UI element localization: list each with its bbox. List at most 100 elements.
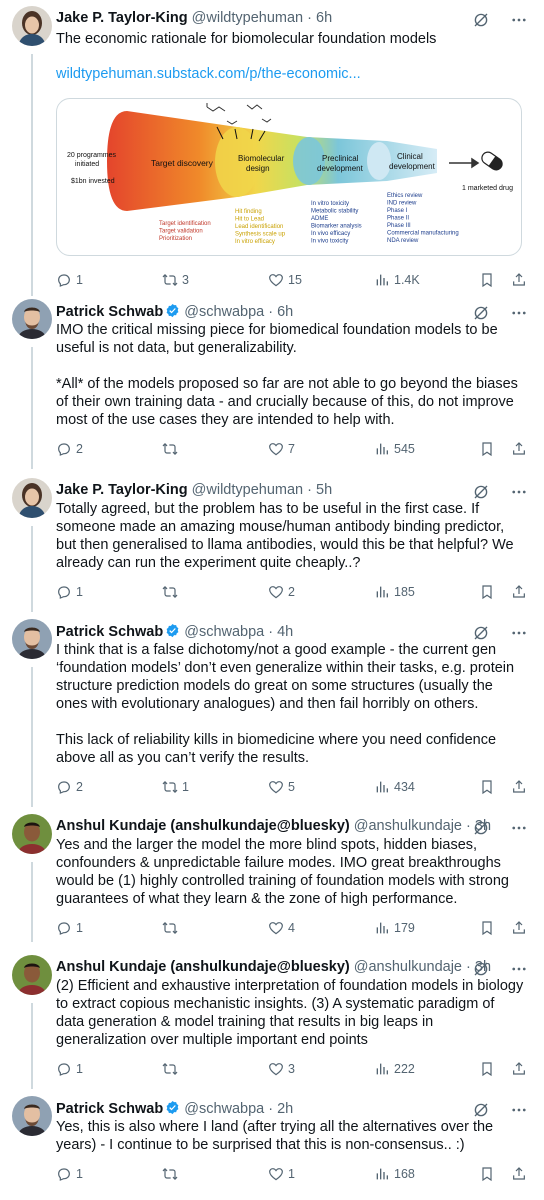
grok-icon[interactable] xyxy=(472,304,490,322)
reply-button[interactable]: 1 xyxy=(56,270,83,290)
author-name[interactable]: Anshul Kundaje (anshulkundaje@bluesky) xyxy=(56,959,350,975)
views-button[interactable]: 545 xyxy=(374,439,415,459)
author-name[interactable]: Jake P. Taylor-King xyxy=(56,482,188,498)
author-handle[interactable]: @wildtypehuman xyxy=(192,482,303,498)
tweet[interactable]: Patrick Schwab @schwabpa · 2h Yes, this … xyxy=(0,1096,544,1188)
views-button[interactable]: 179 xyxy=(374,918,415,938)
bookmark-button[interactable] xyxy=(479,918,495,938)
views-button[interactable]: 222 xyxy=(374,1059,415,1079)
like-button[interactable]: 4 xyxy=(268,918,295,938)
tweet[interactable]: Anshul Kundaje (anshulkundaje@bluesky) @… xyxy=(0,814,544,942)
author-handle[interactable]: @schwabpa xyxy=(184,1101,264,1117)
more-icon[interactable] xyxy=(510,304,528,322)
author-handle[interactable]: @anshulkundaje xyxy=(354,959,462,975)
share-button[interactable] xyxy=(511,918,527,938)
tweet[interactable]: Jake P. Taylor-King @wildtypehuman · 6h … xyxy=(0,6,544,296)
tweet[interactable]: Anshul Kundaje (anshulkundaje@bluesky) @… xyxy=(0,955,544,1089)
bookmark-button[interactable] xyxy=(479,270,495,290)
author-name[interactable]: Jake P. Taylor-King xyxy=(56,10,188,26)
share-button[interactable] xyxy=(511,270,527,290)
bookmark-button[interactable] xyxy=(479,1059,495,1079)
tweet[interactable]: Patrick Schwab @schwabpa · 6h IMO the cr… xyxy=(0,299,544,469)
author-name[interactable]: Patrick Schwab xyxy=(56,624,163,640)
thread-line xyxy=(31,347,33,469)
share-icon xyxy=(513,585,525,598)
avatar[interactable] xyxy=(12,814,52,854)
avatar[interactable] xyxy=(12,955,52,995)
repost-button[interactable] xyxy=(162,1164,182,1184)
share-button[interactable] xyxy=(511,777,527,797)
grok-icon[interactable] xyxy=(472,960,490,978)
article-link[interactable]: wildtypehuman.substack.com/p/the-economi… xyxy=(56,66,361,82)
tweet[interactable]: Jake P. Taylor-King @wildtypehuman · 5h … xyxy=(0,478,544,612)
more-icon[interactable] xyxy=(510,819,528,837)
figure-left-mid: initiated xyxy=(75,161,99,168)
reply-button[interactable]: 1 xyxy=(56,918,83,938)
like-button[interactable]: 15 xyxy=(268,270,302,290)
author-handle[interactable]: @anshulkundaje xyxy=(354,818,462,834)
grok-icon[interactable] xyxy=(472,483,490,501)
reply-button[interactable]: 2 xyxy=(56,439,83,459)
repost-button[interactable] xyxy=(162,582,182,602)
timestamp[interactable]: · 6h xyxy=(268,304,293,320)
more-icon[interactable] xyxy=(510,11,528,29)
views-button[interactable]: 434 xyxy=(374,777,415,797)
repost-button[interactable]: 3 xyxy=(162,270,189,290)
author-name[interactable]: Anshul Kundaje (anshulkundaje@bluesky) xyxy=(56,818,350,834)
avatar[interactable] xyxy=(12,299,52,339)
grok-icon[interactable] xyxy=(472,624,490,642)
like-button[interactable]: 1 xyxy=(268,1164,295,1184)
more-icon[interactable] xyxy=(510,1101,528,1119)
more-icon[interactable] xyxy=(510,960,528,978)
author-name[interactable]: Patrick Schwab xyxy=(56,304,163,320)
avatar[interactable] xyxy=(12,619,52,659)
author-handle[interactable]: @schwabpa xyxy=(184,304,264,320)
more-icon[interactable] xyxy=(510,483,528,501)
reply-icon xyxy=(58,922,70,935)
grok-icon[interactable] xyxy=(472,819,490,837)
tweet-header-actions xyxy=(472,10,532,30)
bookmark-button[interactable] xyxy=(479,439,495,459)
timestamp[interactable]: · 6h xyxy=(307,10,332,26)
tweet[interactable]: Patrick Schwab @schwabpa · 4h I think th… xyxy=(0,619,544,807)
grok-icon[interactable] xyxy=(472,1101,490,1119)
article-preview-card[interactable]: 20 programmes initiated $1bn invested Ta… xyxy=(56,98,522,256)
author-name[interactable]: Patrick Schwab xyxy=(56,1101,163,1117)
reply-button[interactable]: 1 xyxy=(56,1164,83,1184)
timestamp[interactable]: · 2h xyxy=(268,1101,293,1117)
repost-button[interactable] xyxy=(162,918,182,938)
views-button[interactable]: 185 xyxy=(374,582,415,602)
grok-icon[interactable] xyxy=(472,11,490,29)
share-button[interactable] xyxy=(511,1164,527,1184)
timestamp[interactable]: · 4h xyxy=(268,624,293,640)
like-button[interactable]: 7 xyxy=(268,439,295,459)
reply-button[interactable]: 2 xyxy=(56,777,83,797)
views-button[interactable]: 168 xyxy=(374,1164,415,1184)
avatar[interactable] xyxy=(12,1096,52,1136)
reply-count: 1 xyxy=(76,1062,83,1076)
share-button[interactable] xyxy=(511,1059,527,1079)
bookmark-button[interactable] xyxy=(479,582,495,602)
reply-count: 1 xyxy=(76,921,83,935)
author-handle[interactable]: @schwabpa xyxy=(184,624,264,640)
more-icon[interactable] xyxy=(510,624,528,642)
share-button[interactable] xyxy=(511,582,527,602)
reply-button[interactable]: 1 xyxy=(56,1059,83,1079)
like-button[interactable]: 5 xyxy=(268,777,295,797)
views-count: 434 xyxy=(394,780,415,794)
author-handle[interactable]: @wildtypehuman xyxy=(192,10,303,26)
like-button[interactable]: 3 xyxy=(268,1059,295,1079)
repost-button[interactable]: 1 xyxy=(162,777,189,797)
bookmark-button[interactable] xyxy=(479,777,495,797)
stage-design-b: design xyxy=(246,164,270,173)
like-button[interactable]: 2 xyxy=(268,582,295,602)
share-button[interactable] xyxy=(511,439,527,459)
timestamp[interactable]: · 5h xyxy=(307,482,332,498)
avatar[interactable] xyxy=(12,478,52,518)
repost-button[interactable] xyxy=(162,1059,182,1079)
repost-button[interactable] xyxy=(162,439,182,459)
bookmark-button[interactable] xyxy=(479,1164,495,1184)
avatar[interactable] xyxy=(12,6,52,46)
views-button[interactable]: 1.4K xyxy=(374,270,420,290)
reply-button[interactable]: 1 xyxy=(56,582,83,602)
